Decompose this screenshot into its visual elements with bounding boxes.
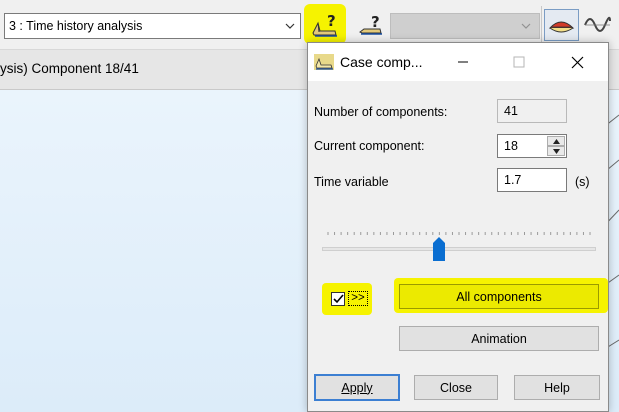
number-of-components-value: 41	[504, 104, 518, 118]
current-component-label: Current component:	[314, 139, 425, 153]
checkmark-icon	[332, 294, 344, 304]
help-button[interactable]: Help	[514, 375, 600, 400]
triangle-up-icon	[552, 138, 560, 144]
time-variable-unit: (s)	[575, 175, 590, 189]
minimize-button[interactable]	[440, 43, 486, 81]
help-case-button[interactable]: ?	[356, 9, 386, 39]
time-variable-label: Time variable	[314, 175, 389, 189]
ship-question-icon: ?	[312, 12, 337, 37]
slider-thumb[interactable]	[433, 237, 446, 261]
maximize-button[interactable]	[496, 43, 542, 81]
apply-button[interactable]: Apply	[314, 374, 400, 401]
advance-checkbox-label: >>	[348, 291, 368, 306]
minimize-icon	[458, 61, 468, 63]
all-components-button[interactable]: All components	[399, 284, 599, 309]
case-select-value: 3 : Time history analysis	[9, 19, 143, 33]
wave-icon	[584, 16, 611, 32]
chevron-down-icon	[285, 23, 295, 29]
close-window-button[interactable]	[554, 43, 600, 81]
number-of-components-label: Number of components:	[314, 105, 448, 119]
case-components-button[interactable]: ?	[310, 9, 340, 39]
stepper-buttons	[547, 136, 565, 156]
section-view-button[interactable]	[544, 9, 579, 41]
current-component-value: 18	[504, 139, 518, 153]
apply-button-label: Apply	[341, 380, 373, 395]
advance-checkbox[interactable]	[331, 292, 345, 306]
slider-track	[322, 247, 596, 251]
component-slider[interactable]	[322, 228, 596, 261]
stepper-up-button[interactable]	[547, 136, 565, 146]
svg-text:?: ?	[371, 13, 380, 31]
chevron-down-icon	[521, 23, 531, 29]
svg-text:?: ?	[327, 12, 336, 30]
background-window-title: ysis) Component 18/41	[0, 61, 139, 76]
ship-question-icon-small: ?	[359, 13, 382, 35]
dialog-title-bar[interactable]: Case comp...	[308, 43, 608, 81]
ship-question-icon	[314, 54, 334, 70]
close-button[interactable]: Close	[414, 375, 498, 400]
wave-button[interactable]	[582, 10, 612, 40]
slider-ticks	[327, 232, 591, 235]
ship-section-icon	[548, 21, 575, 33]
close-icon	[571, 56, 583, 68]
current-component-stepper[interactable]: 18	[497, 134, 567, 158]
toolbar-separator	[541, 6, 542, 42]
case-select[interactable]: 3 : Time history analysis	[4, 13, 301, 39]
stepper-down-button[interactable]	[547, 146, 565, 156]
dialog-title: Case comp...	[340, 54, 423, 70]
animation-button[interactable]: Animation	[399, 326, 599, 351]
disabled-select[interactable]	[390, 13, 540, 39]
time-variable-input[interactable]: 1.7	[497, 168, 567, 192]
time-variable-value: 1.7	[504, 173, 522, 187]
triangle-down-icon	[552, 148, 560, 154]
maximize-icon	[513, 56, 525, 68]
case-components-dialog: Case comp... Number of components: 41 Cu…	[307, 42, 609, 412]
number-of-components-field: 41	[497, 99, 567, 123]
